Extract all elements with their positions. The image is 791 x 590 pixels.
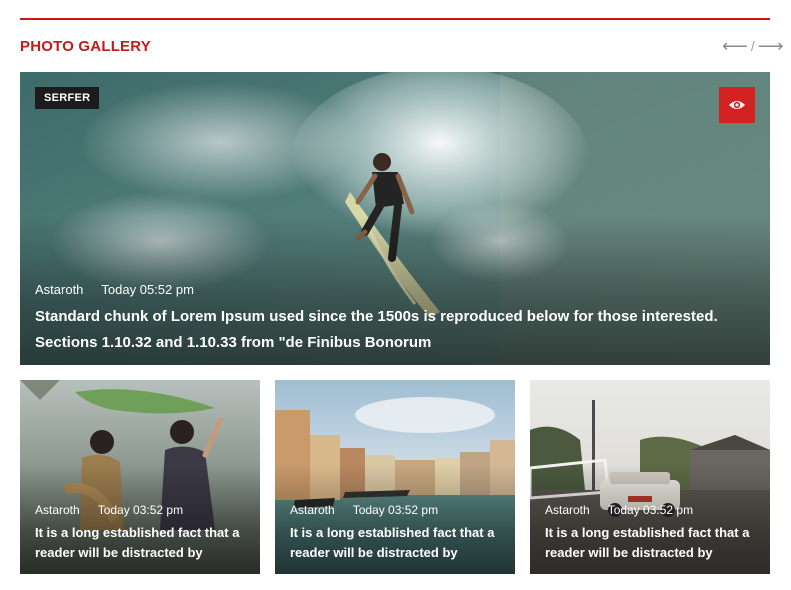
gallery-card[interactable]: Astaroth Today 03:52 pm It is a long est…	[530, 380, 770, 574]
timestamp: Today 03:52 pm	[352, 503, 439, 517]
featured-gallery-item[interactable]: SERFER Astaroth Today 05:52 pm Standard …	[20, 72, 770, 365]
arrow-left-icon[interactable]: ⟵	[722, 37, 748, 55]
view-button[interactable]	[719, 87, 755, 123]
author[interactable]: Astaroth	[290, 503, 335, 517]
featured-meta: Astaroth Today 05:52 pm	[35, 282, 194, 297]
author[interactable]: Astaroth	[545, 503, 590, 517]
timestamp: Today 05:52 pm	[101, 282, 194, 297]
card-meta: Astaroth Today 03:52 pm	[35, 503, 183, 517]
gallery-card[interactable]: Astaroth Today 03:52 pm It is a long est…	[275, 380, 515, 574]
section-title: PHOTO GALLERY	[20, 38, 151, 55]
card-title[interactable]: It is a long established fact that a rea…	[35, 523, 250, 563]
section-top-rule	[20, 18, 770, 20]
card-title[interactable]: It is a long established fact that a rea…	[545, 523, 760, 563]
featured-title[interactable]: Standard chunk of Lorem Ipsum used since…	[35, 304, 760, 356]
author[interactable]: Astaroth	[35, 503, 80, 517]
nav-separator: /	[750, 38, 755, 54]
arrow-right-icon[interactable]: ⟶	[758, 37, 784, 55]
eye-icon	[729, 101, 745, 109]
card-title[interactable]: It is a long established fact that a rea…	[290, 523, 505, 563]
author[interactable]: Astaroth	[35, 282, 83, 297]
timestamp: Today 03:52 pm	[97, 503, 184, 517]
card-meta: Astaroth Today 03:52 pm	[545, 503, 693, 517]
gallery-nav: ⟵ / ⟶	[722, 36, 784, 56]
gallery-card[interactable]: Astaroth Today 03:52 pm It is a long est…	[20, 380, 260, 574]
card-meta: Astaroth Today 03:52 pm	[290, 503, 438, 517]
timestamp: Today 03:52 pm	[607, 503, 694, 517]
category-tag[interactable]: SERFER	[35, 87, 100, 109]
